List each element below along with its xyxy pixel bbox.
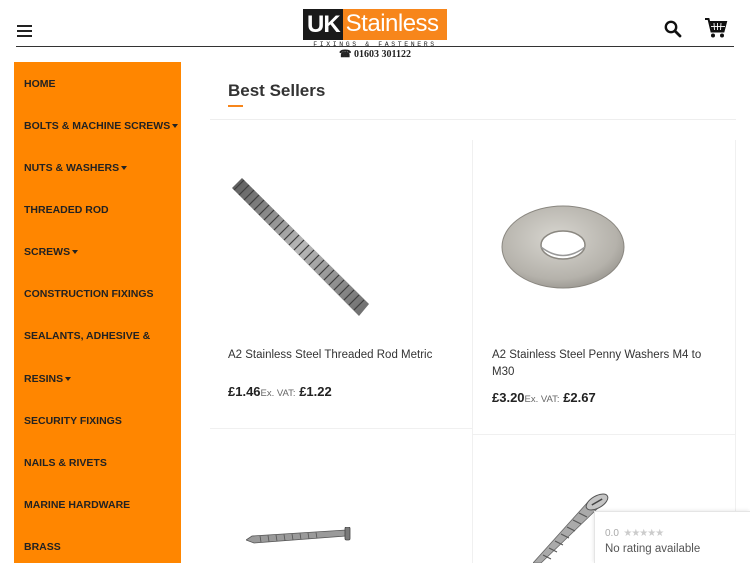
- phone-number: ☎ 01603 301122: [339, 49, 411, 60]
- sidebar-item-brass[interactable]: BRASS: [24, 541, 61, 553]
- shopping-cart-icon[interactable]: [704, 17, 728, 39]
- caret-down-icon: [121, 166, 128, 171]
- caret-down-icon: [65, 377, 72, 382]
- nail-image[interactable]: [245, 526, 354, 552]
- category-sidebar: HOME BOLTS & MACHINE SCREWS NUTS & WASHE…: [14, 62, 181, 563]
- threaded-rod-image[interactable]: [228, 176, 373, 323]
- sidebar-item-bolts-machine-screws[interactable]: BOLTS & MACHINE SCREWS: [24, 120, 179, 132]
- product-name[interactable]: A2 Stainless Steel Penny Washers M4 to M…: [492, 347, 722, 381]
- sidebar-item-nails-rivets[interactable]: NAILS & RIVETS: [24, 457, 107, 469]
- page-title: Best Sellers: [228, 81, 326, 100]
- menu-icon[interactable]: [17, 25, 32, 37]
- sidebar-item-construction-fixings[interactable]: CONSTRUCTION FIXINGS: [24, 288, 154, 300]
- search-icon[interactable]: [664, 20, 682, 38]
- penny-washer-image[interactable]: [500, 204, 626, 295]
- title-accent-bar: [228, 105, 243, 107]
- sidebar-item-sealants-adhesive[interactable]: SEALANTS, ADHESIVE &: [24, 330, 150, 342]
- rating-status-text: No rating available: [605, 543, 701, 555]
- product-price: £1.46Ex. VAT: £1.22: [228, 384, 332, 399]
- sidebar-item-screws[interactable]: SCREWS: [24, 246, 79, 258]
- caret-down-icon: [72, 250, 79, 255]
- sidebar-item-home[interactable]: HOME: [24, 78, 56, 90]
- product-card[interactable]: A2 Stainless Steel Threaded Rod Metric £…: [210, 140, 473, 429]
- product-card[interactable]: [210, 429, 473, 563]
- logo-stainless-text: Stainless: [342, 9, 447, 40]
- logo-uk-text: UK: [303, 9, 343, 40]
- sidebar-item-marine-hardware[interactable]: MARINE HARDWARE: [24, 499, 130, 511]
- header-divider: [16, 46, 734, 47]
- caret-down-icon: [172, 124, 179, 129]
- sidebar-item-security-fixings[interactable]: SECURITY FIXINGS: [24, 415, 122, 427]
- section-divider: [210, 119, 736, 120]
- rating-score: 0.0: [605, 528, 619, 539]
- rating-widget[interactable]: 0.0 ★★★★★ No rating available: [594, 511, 750, 563]
- product-name[interactable]: A2 Stainless Steel Threaded Rod Metric: [228, 347, 458, 364]
- sidebar-item-threaded-rod[interactable]: THREADED ROD: [24, 204, 109, 216]
- product-price: £3.20Ex. VAT: £2.67: [492, 390, 596, 405]
- sidebar-item-resins[interactable]: RESINS: [24, 373, 72, 385]
- site-logo[interactable]: UK Stainless FIXINGS & FASTENERS ☎ 01603…: [303, 9, 447, 61]
- site-header: UK Stainless FIXINGS & FASTENERS ☎ 01603…: [0, 0, 750, 62]
- rating-stars-icon: ★★★★★: [623, 528, 664, 539]
- sidebar-item-nuts-washers[interactable]: NUTS & WASHERS: [24, 162, 128, 174]
- product-card[interactable]: A2 Stainless Steel Penny Washers M4 to M…: [473, 140, 736, 435]
